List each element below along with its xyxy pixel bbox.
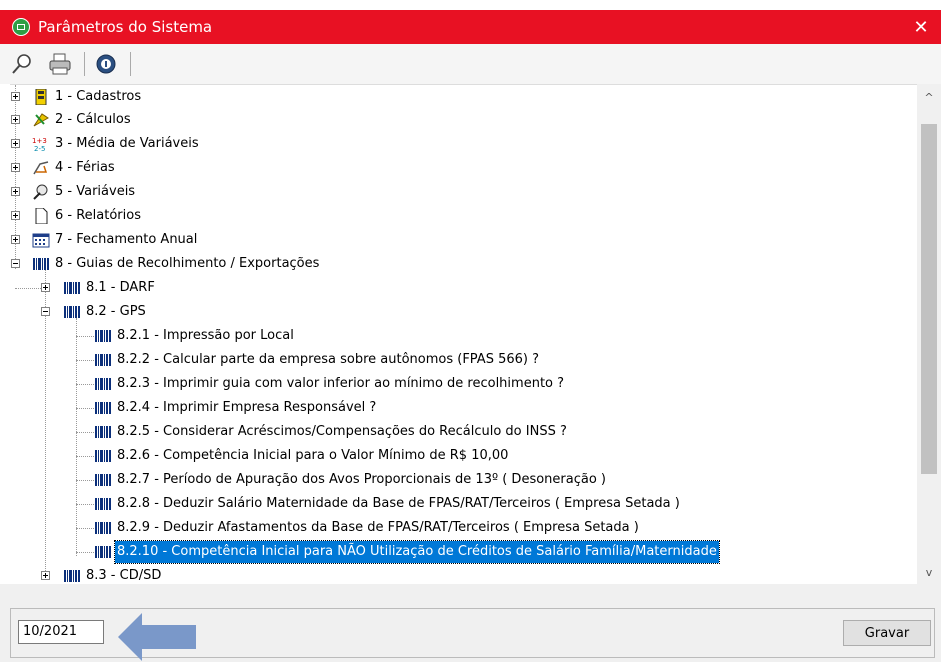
tree-item-label: 4 - Férias xyxy=(55,160,115,175)
barcode-icon xyxy=(63,280,81,296)
tree-item-8-2-5[interactable]: 8.2.5 - Considerar Acréscimos/Compensaçõ… xyxy=(10,421,910,443)
tree-item-label: 8.2.5 - Considerar Acréscimos/Compensaçõ… xyxy=(117,424,567,439)
tree-item-cadastros[interactable]: 1 - Cadastros xyxy=(10,86,910,108)
tree-item-darf[interactable]: 8.1 - DARF xyxy=(10,277,910,299)
tree-item-8-2-10[interactable]: 8.2.10 - Competência Inicial para NÃO Ut… xyxy=(10,540,910,564)
tree-item-label: 8.2.4 - Imprimir Empresa Responsável ? xyxy=(117,400,377,415)
expand-icon[interactable] xyxy=(11,115,20,124)
expand-icon[interactable] xyxy=(11,187,20,196)
tree-item-label: 8.2 - GPS xyxy=(86,304,146,319)
numbers-icon: 1+3 2-5 xyxy=(32,136,50,153)
barcode-icon xyxy=(94,544,112,560)
tree-item-label: 8.2.8 - Deduzir Salário Maternidade da B… xyxy=(117,496,680,511)
tree-item-label: 7 - Fechamento Anual xyxy=(55,232,198,247)
tree-item-label: 8.1 - DARF xyxy=(86,280,155,295)
title-bar: Parâmetros do Sistema ✕ xyxy=(0,10,941,44)
tree-item-label: 8 - Guias de Recolhimento / Exportações xyxy=(55,256,320,271)
toolbar-separator xyxy=(84,52,85,76)
tree-item-label: 8.2.7 - Período de Apuração dos Avos Pro… xyxy=(117,472,606,487)
toolbar xyxy=(0,44,941,84)
toolbar-separator xyxy=(130,52,131,76)
barcode-icon xyxy=(94,496,112,512)
tree-item-label: 8.2.1 - Impressão por Local xyxy=(117,328,294,343)
tree-item-8-2-8[interactable]: 8.2.8 - Deduzir Salário Maternidade da B… xyxy=(10,493,910,515)
calculator-icon xyxy=(32,112,50,128)
tree-item-media-variaveis[interactable]: 1+3 2-5 3 - Média de Variáveis xyxy=(10,133,910,155)
tree-item-label: 5 - Variáveis xyxy=(55,184,136,199)
tree-item-8-2-4[interactable]: 8.2.4 - Imprimir Empresa Responsável ? xyxy=(10,397,910,419)
document-icon xyxy=(32,207,50,225)
tree-item-8-2-3[interactable]: 8.2.3 - Imprimir guia com valor inferior… xyxy=(10,373,910,395)
collapse-icon[interactable] xyxy=(11,259,20,268)
tree-item-8-2-2[interactable]: 8.2.2 - Calcular parte da empresa sobre … xyxy=(10,349,910,371)
calendar-icon xyxy=(32,232,50,248)
tree-item-gps[interactable]: 8.2 - GPS xyxy=(10,301,910,323)
gear-wrench-icon xyxy=(32,184,50,200)
app-icon xyxy=(12,18,30,36)
barcode-icon xyxy=(94,472,112,488)
tree-item-relatorios[interactable]: 6 - Relatórios xyxy=(10,205,910,227)
tree-item-label: 8.2.2 - Calcular parte da empresa sobre … xyxy=(117,352,540,367)
svg-text:2-5: 2-5 xyxy=(34,145,45,152)
footer: 10/2021 Gravar xyxy=(0,584,941,662)
beach-chair-icon xyxy=(32,160,50,176)
tree-item-variaveis[interactable]: 5 - Variáveis xyxy=(10,181,910,203)
collapse-icon[interactable] xyxy=(41,307,50,316)
tree-item-guias-recolhimento[interactable]: 8 - Guias de Recolhimento / Exportações xyxy=(10,253,910,275)
tree-item-label: 3 - Média de Variáveis xyxy=(55,136,199,151)
save-button[interactable]: Gravar xyxy=(843,620,931,646)
tree-item-calculos[interactable]: 2 - Cálculos xyxy=(10,109,910,131)
barcode-icon xyxy=(32,256,50,272)
barcode-icon xyxy=(94,424,112,440)
printer-icon[interactable] xyxy=(48,52,72,76)
tree-item-label: 8.2.6 - Competência Inicial para o Valor… xyxy=(117,448,509,463)
barcode-icon xyxy=(94,328,112,344)
tree-item-label: 1 - Cadastros xyxy=(55,89,142,104)
svg-text:1+3: 1+3 xyxy=(32,137,47,145)
tree-item-label: 8.2.9 - Deduzir Afastamentos da Base de … xyxy=(117,520,639,535)
tree-item-8-2-7[interactable]: 8.2.7 - Período de Apuração dos Avos Pro… xyxy=(10,469,910,491)
expand-icon[interactable] xyxy=(11,139,20,148)
arrow-left-icon xyxy=(118,613,196,661)
barcode-icon xyxy=(63,568,81,584)
tree-item-label: 8.2.3 - Imprimir guia com valor inferior… xyxy=(117,376,565,391)
tree-item-8-2-1[interactable]: 8.2.1 - Impressão por Local xyxy=(10,325,910,347)
window-title: Parâmetros do Sistema xyxy=(38,18,213,36)
folder-yellow-icon xyxy=(32,88,50,106)
expand-icon[interactable] xyxy=(11,163,20,172)
close-button[interactable]: ✕ xyxy=(901,10,941,44)
barcode-icon xyxy=(94,520,112,536)
tree-item-8-2-9[interactable]: 8.2.9 - Deduzir Afastamentos da Base de … xyxy=(10,517,910,539)
tree-item-label: 2 - Cálculos xyxy=(55,112,131,127)
tree-item-cd-sd[interactable]: 8.3 - CD/SD xyxy=(10,565,910,585)
barcode-icon xyxy=(94,376,112,392)
scroll-up-icon[interactable]: ^ xyxy=(917,89,941,107)
tree-item-fechamento-anual[interactable]: 7 - Fechamento Anual xyxy=(10,229,910,251)
expand-icon[interactable] xyxy=(41,571,50,580)
tree-item-ferias[interactable]: 4 - Férias xyxy=(10,157,910,179)
tree-item-label: 6 - Relatórios xyxy=(55,208,141,223)
barcode-icon xyxy=(94,448,112,464)
tree-item-label-selected: 8.2.10 - Competência Inicial para NÃO Ut… xyxy=(114,540,720,564)
expand-icon[interactable] xyxy=(11,211,20,220)
parametros-window: Parâmetros do Sistema ✕ 1 - Cadastros 2 xyxy=(0,0,941,662)
tree-item-8-2-6[interactable]: 8.2.6 - Competência Inicial para o Valor… xyxy=(10,445,910,467)
expand-icon[interactable] xyxy=(11,235,20,244)
parameters-tree: 1 - Cadastros 2 - Cálculos 1+3 2-5 3 - Mé… xyxy=(10,84,917,585)
barcode-icon xyxy=(94,352,112,368)
scroll-down-icon[interactable]: v xyxy=(917,564,941,582)
barcode-icon xyxy=(63,304,81,320)
expand-icon[interactable] xyxy=(11,92,20,101)
barcode-icon xyxy=(94,400,112,416)
competencia-input[interactable]: 10/2021 xyxy=(18,620,104,644)
scroll-thumb[interactable] xyxy=(921,124,937,474)
info-icon[interactable] xyxy=(94,52,118,76)
tree-item-label: 8.3 - CD/SD xyxy=(86,568,162,583)
vertical-scrollbar[interactable]: ^ v xyxy=(917,84,941,584)
search-icon[interactable] xyxy=(10,52,34,76)
expand-icon[interactable] xyxy=(41,283,50,292)
